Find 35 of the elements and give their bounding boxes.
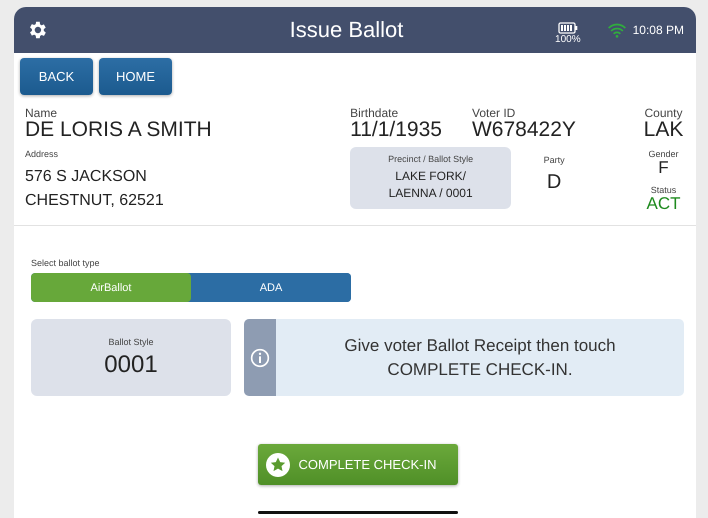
complete-check-in-button[interactable]: COMPLETE CHECK-IN bbox=[258, 444, 458, 485]
gender-value: F bbox=[658, 159, 669, 177]
info-message: Give voter Ballot Receipt then touch bbox=[344, 334, 616, 356]
battery-level: 100% bbox=[555, 34, 581, 44]
nav-button[interactable]: BACK bbox=[20, 58, 93, 95]
battery-icon bbox=[558, 22, 578, 34]
party-value: D bbox=[546, 171, 562, 194]
info-icon bbox=[250, 348, 270, 368]
address-line: 576 S JACKSON bbox=[25, 167, 148, 187]
info-message: COMPLETE CHECK-IN. bbox=[387, 358, 573, 380]
screen-title: Issue Ballot bbox=[288, 17, 404, 43]
address-line: CHESTNUT, 62521 bbox=[25, 191, 165, 211]
field-label: Precinct / Ballot Style bbox=[388, 154, 474, 164]
precinct-value: LAKE FORK/ bbox=[395, 168, 466, 185]
field-label: Status bbox=[650, 185, 676, 195]
precinct-value: LAENNA / 0001 bbox=[388, 185, 473, 202]
ballot-style-value: 0001 bbox=[104, 350, 158, 378]
field-label: Gender bbox=[648, 149, 679, 159]
field-label: Birthdate bbox=[350, 107, 400, 119]
field-label: Name bbox=[25, 107, 58, 119]
status-value: ACT bbox=[646, 195, 680, 213]
birthdate-value: 11/1/1935 bbox=[350, 119, 442, 141]
field-label: County bbox=[644, 107, 683, 119]
field-label: Ballot Style bbox=[108, 336, 154, 346]
voter-name: DE LORIS A SMITH bbox=[25, 119, 213, 141]
field-label: Voter ID bbox=[472, 107, 516, 119]
voter-id-value: W678422Y bbox=[472, 119, 576, 141]
field-label: Address bbox=[25, 149, 60, 159]
ballot-type-option[interactable]: AirBallot bbox=[31, 273, 191, 302]
county-value: LAK bbox=[644, 119, 684, 141]
nav-button[interactable]: HOME bbox=[99, 58, 172, 95]
field-label: Party bbox=[544, 155, 565, 165]
field-label: Select ballot type bbox=[31, 258, 101, 268]
clock-time: 10:08 PM bbox=[632, 23, 684, 37]
wifi-icon bbox=[606, 22, 627, 38]
